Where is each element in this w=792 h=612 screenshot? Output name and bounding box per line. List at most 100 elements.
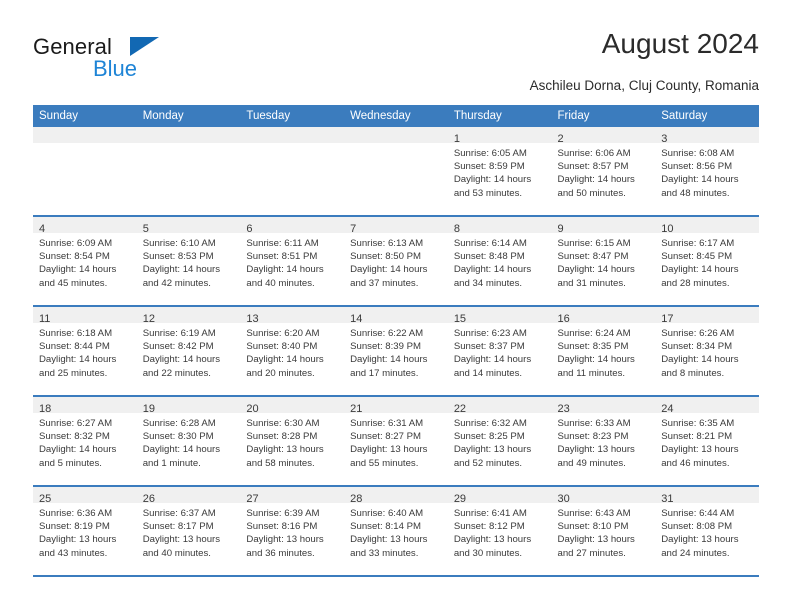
calendar-day-cell[interactable]: 29 Sunrise: 6:41 AM Sunset: 8:12 PM Dayligh… (447, 486, 552, 577)
calendar-day-cell[interactable] (240, 127, 345, 217)
daylight-text: Daylight: 14 hours and 25 minutes. (39, 354, 117, 379)
calendar-day-cell[interactable]: 2 Sunrise: 6:06 AM Sunset: 8:57 PM Daylight… (551, 127, 656, 217)
calendar-day-cell[interactable]: 30 Sunrise: 6:43 AM Sunset: 8:10 PM Dayligh… (551, 486, 656, 577)
day-number-band: 13 (240, 307, 345, 325)
calendar-day-cell[interactable]: 26 Sunrise: 6:37 AM Sunset: 8:17 PM Dayligh… (136, 486, 241, 577)
sunset-text: Sunset: 8:51 PM (246, 251, 318, 263)
day-cell-details: Sunrise: 6:13 AM Sunset: 8:50 PM Daylight:… (344, 233, 448, 290)
day-cell-details: Sunrise: 6:18 AM Sunset: 8:44 PM Daylight:… (33, 323, 137, 380)
day-number: 24 (661, 403, 674, 415)
day-cell-inner: 21 Sunrise: 6:31 AM Sunset: 8:27 PM Dayligh… (344, 397, 448, 485)
daylight-text: Daylight: 14 hours and 34 minutes. (453, 264, 532, 289)
sunset-text: Sunset: 8:08 PM (661, 521, 733, 533)
sunrise-text: Sunrise: 6:17 AM (661, 238, 735, 249)
day-cell-details: Sunrise: 6:41 AM Sunset: 8:12 PM Daylight:… (448, 503, 552, 560)
calendar-day-cell[interactable]: 12 Sunrise: 6:19 AM Sunset: 8:42 PM Dayligh… (136, 306, 241, 397)
day-number: 13 (246, 313, 259, 325)
calendar-day-cell[interactable]: 21 Sunrise: 6:31 AM Sunset: 8:27 PM Dayligh… (344, 396, 448, 487)
day-cell-details: Sunrise: 6:26 AM Sunset: 8:34 PM Daylight:… (655, 323, 759, 380)
calendar-day-cell[interactable]: 13 Sunrise: 6:20 AM Sunset: 8:40 PM Dayligh… (240, 306, 345, 397)
calendar-day-cell[interactable]: 18 Sunrise: 6:27 AM Sunset: 8:32 PM Dayligh… (33, 396, 137, 487)
calendar-day-cell[interactable]: 9 Sunrise: 6:15 AM Sunset: 8:47 PM Daylight… (551, 216, 656, 307)
day-number-band: 12 (136, 307, 241, 325)
weekday-header-wednesday: Wednesday (344, 105, 448, 127)
day-cell-inner: 15 Sunrise: 6:23 AM Sunset: 8:37 PM Dayligh… (447, 307, 552, 395)
day-number: 15 (453, 313, 467, 325)
weekday-header-thursday: Thursday (447, 105, 552, 127)
calendar-day-cell[interactable]: 27 Sunrise: 6:39 AM Sunset: 8:16 PM Dayligh… (240, 486, 345, 577)
day-number-band: 5 (136, 217, 241, 235)
day-cell-details: Sunrise: 6:23 AM Sunset: 8:37 PM Daylight:… (448, 323, 552, 380)
day-number: 1 (453, 133, 460, 145)
day-number: 30 (557, 493, 570, 505)
generalblue-logo[interactable]: General Blue (33, 34, 233, 90)
calendar-day-cell[interactable]: 6 Sunrise: 6:11 AM Sunset: 8:51 PM Daylight… (240, 216, 345, 307)
calendar-day-cell[interactable]: 8 Sunrise: 6:14 AM Sunset: 8:48 PM Daylight… (447, 216, 552, 307)
day-cell-inner: 20 Sunrise: 6:30 AM Sunset: 8:28 PM Dayligh… (240, 397, 345, 485)
day-cell-inner (344, 127, 448, 215)
day-number-band: 18 (33, 397, 137, 415)
calendar-day-cell[interactable]: 15 Sunrise: 6:23 AM Sunset: 8:37 PM Dayligh… (447, 306, 552, 397)
calendar-day-cell[interactable]: 7 Sunrise: 6:13 AM Sunset: 8:50 PM Daylight… (344, 216, 448, 307)
day-cell-inner: 12 Sunrise: 6:19 AM Sunset: 8:42 PM Dayligh… (136, 307, 241, 395)
calendar-day-cell[interactable]: 22 Sunrise: 6:32 AM Sunset: 8:25 PM Dayligh… (447, 396, 552, 487)
calendar-day-cell[interactable]: 10 Sunrise: 6:17 AM Sunset: 8:45 PM Dayligh… (655, 216, 759, 307)
calendar-day-cell[interactable]: 1 Sunrise: 6:05 AM Sunset: 8:59 PM Daylight… (447, 127, 552, 217)
calendar-day-cell[interactable]: 19 Sunrise: 6:28 AM Sunset: 8:30 PM Dayligh… (136, 396, 241, 487)
day-number: 27 (246, 493, 259, 505)
day-number-band: 9 (551, 217, 656, 235)
day-number: 11 (39, 313, 51, 325)
sunset-text: Sunset: 8:39 PM (350, 341, 422, 353)
sunrise-text: Sunrise: 6:11 AM (246, 238, 319, 249)
sunrise-text: Sunrise: 6:18 AM (39, 328, 113, 339)
day-cell-inner: 14 Sunrise: 6:22 AM Sunset: 8:39 PM Dayligh… (344, 307, 448, 395)
calendar-day-cell[interactable]: 31 Sunrise: 6:44 AM Sunset: 8:08 PM Dayligh… (655, 486, 759, 577)
calendar-day-cell[interactable]: 17 Sunrise: 6:26 AM Sunset: 8:34 PM Dayligh… (655, 306, 759, 397)
calendar-day-cell[interactable]: 23 Sunrise: 6:33 AM Sunset: 8:23 PM Dayligh… (551, 396, 656, 487)
sunrise-text: Sunrise: 6:26 AM (661, 328, 735, 339)
calendar-day-cell[interactable]: 24 Sunrise: 6:35 AM Sunset: 8:21 PM Dayligh… (655, 396, 759, 487)
sunrise-text: Sunrise: 6:32 AM (453, 418, 527, 429)
day-cell-inner: 27 Sunrise: 6:39 AM Sunset: 8:16 PM Dayligh… (240, 487, 345, 575)
sunset-text: Sunset: 8:59 PM (453, 161, 525, 173)
sunrise-text: Sunrise: 6:37 AM (142, 508, 216, 519)
calendar-day-cell[interactable]: 20 Sunrise: 6:30 AM Sunset: 8:28 PM Dayligh… (240, 396, 345, 487)
day-cell-inner: 1 Sunrise: 6:05 AM Sunset: 8:59 PM Daylight… (447, 127, 552, 215)
calendar-day-cell[interactable] (136, 127, 241, 217)
sunrise-text: Sunrise: 6:13 AM (350, 238, 424, 249)
sunset-text: Sunset: 8:57 PM (557, 161, 629, 173)
page-header: General Blue August 2024 Aschileu Dorna,… (33, 28, 759, 96)
sunset-text: Sunset: 8:14 PM (350, 521, 422, 533)
day-cell-details: Sunrise: 6:15 AM Sunset: 8:47 PM Daylight:… (552, 233, 656, 290)
calendar-day-cell[interactable]: 16 Sunrise: 6:24 AM Sunset: 8:35 PM Dayligh… (551, 306, 656, 397)
day-cell-inner: 25 Sunrise: 6:36 AM Sunset: 8:19 PM Dayligh… (33, 487, 137, 575)
sunset-text: Sunset: 8:48 PM (453, 251, 525, 263)
day-number: 22 (453, 403, 467, 415)
sunset-text: Sunset: 8:56 PM (661, 161, 733, 173)
calendar-day-cell[interactable]: 3 Sunrise: 6:08 AM Sunset: 8:56 PM Daylight… (655, 127, 759, 217)
sunset-text: Sunset: 8:53 PM (142, 251, 214, 263)
weekday-header-monday: Monday (136, 105, 241, 127)
calendar-day-cell[interactable]: 5 Sunrise: 6:10 AM Sunset: 8:53 PM Daylight… (136, 216, 241, 307)
day-number: 17 (661, 313, 674, 325)
day-number-band: 24 (655, 397, 759, 415)
calendar-day-cell[interactable]: 25 Sunrise: 6:36 AM Sunset: 8:19 PM Dayligh… (33, 486, 137, 577)
day-number-band: 14 (344, 307, 448, 325)
calendar-day-cell[interactable]: 28 Sunrise: 6:40 AM Sunset: 8:14 PM Dayligh… (344, 486, 448, 577)
day-cell-inner: 13 Sunrise: 6:20 AM Sunset: 8:40 PM Dayligh… (240, 307, 345, 395)
calendar-week-row: 11 Sunrise: 6:18 AM Sunset: 8:44 PM Dayligh… (33, 306, 759, 397)
day-number-band: 27 (240, 487, 345, 505)
day-cell-inner: 23 Sunrise: 6:33 AM Sunset: 8:23 PM Dayligh… (551, 397, 656, 485)
day-cell-inner: 10 Sunrise: 6:17 AM Sunset: 8:45 PM Dayligh… (655, 217, 759, 305)
daylight-text: Daylight: 13 hours and 40 minutes. (142, 534, 221, 559)
day-cell-details: Sunrise: 6:28 AM Sunset: 8:30 PM Daylight:… (137, 413, 241, 470)
day-cell-inner (136, 127, 241, 215)
day-cell-inner: 2 Sunrise: 6:06 AM Sunset: 8:57 PM Daylight… (551, 127, 656, 215)
calendar-day-cell[interactable]: 11 Sunrise: 6:18 AM Sunset: 8:44 PM Dayligh… (33, 306, 137, 397)
calendar-day-cell[interactable]: 4 Sunrise: 6:09 AM Sunset: 8:54 PM Daylight… (33, 216, 137, 307)
daylight-text: Daylight: 14 hours and 45 minutes. (39, 264, 117, 289)
sunrise-text: Sunrise: 6:28 AM (142, 418, 216, 429)
calendar-day-cell[interactable]: 14 Sunrise: 6:22 AM Sunset: 8:39 PM Dayligh… (344, 306, 448, 397)
calendar-day-cell[interactable] (344, 127, 448, 217)
calendar-day-cell[interactable] (33, 127, 137, 217)
